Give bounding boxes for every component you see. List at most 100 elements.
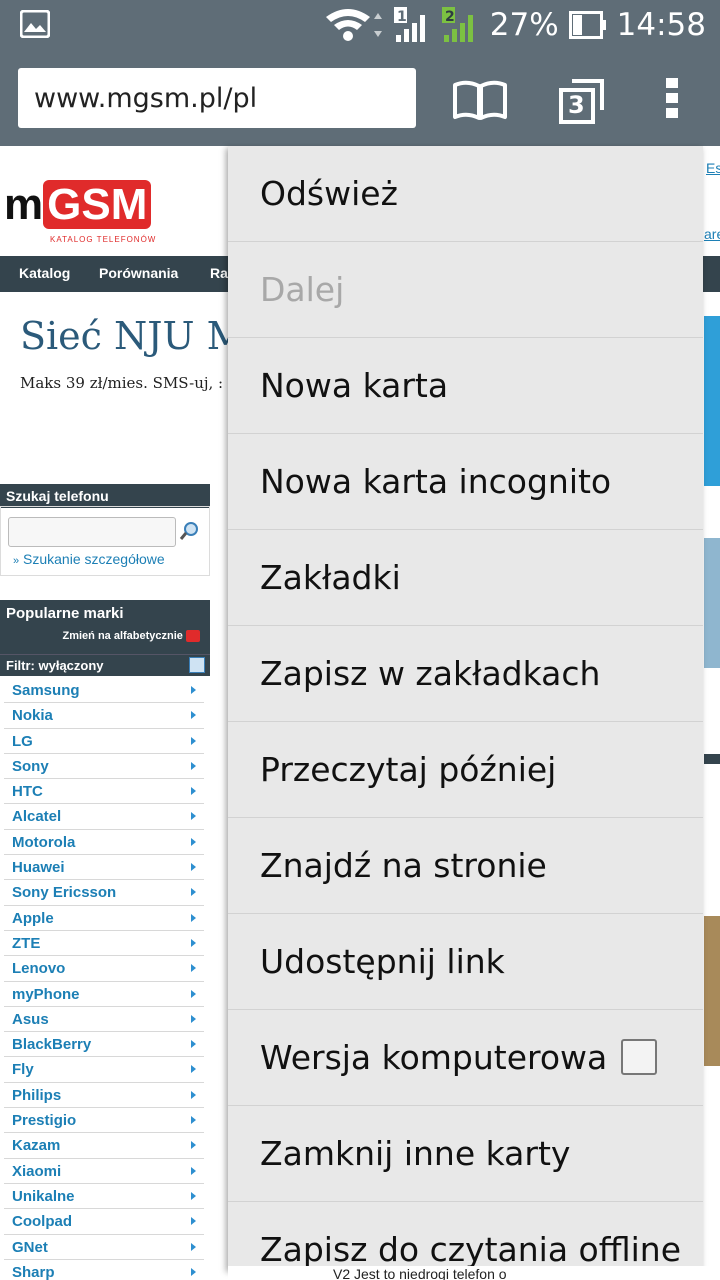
popular-brands-panel: Popularne marki Zmień na alfabetycznie bbox=[0, 600, 210, 654]
search-panel: » Szukanie szczegółowe bbox=[0, 506, 210, 576]
popular-brands-title: Popularne marki bbox=[6, 605, 124, 622]
arrow-right-icon bbox=[191, 1116, 196, 1125]
brand-item[interactable]: ZTE bbox=[4, 931, 204, 957]
arrow-right-icon bbox=[191, 964, 196, 973]
brand-item[interactable]: Kazam bbox=[4, 1133, 204, 1159]
menu-item-label: Dalej bbox=[260, 270, 345, 309]
menu-item[interactable]: Zakładki bbox=[228, 530, 703, 626]
nav-porownania[interactable]: Porównania bbox=[99, 265, 178, 281]
article-headline[interactable]: Sieć NJU M bbox=[20, 314, 246, 358]
tab-switcher-button[interactable]: 3 bbox=[558, 78, 606, 124]
menu-item[interactable]: Wersja komputerowa bbox=[228, 1010, 703, 1106]
arrow-right-icon bbox=[191, 711, 196, 720]
url-bar[interactable]: www.mgsm.pl/pl bbox=[18, 68, 416, 128]
dropdown-icon bbox=[189, 657, 205, 673]
edge-link-1[interactable]: Es bbox=[706, 160, 720, 176]
menu-item-label: Nowa karta bbox=[260, 366, 449, 405]
arrow-right-icon bbox=[191, 837, 196, 846]
brand-item[interactable]: LG bbox=[4, 729, 204, 754]
brand-item[interactable]: Sharp bbox=[4, 1260, 204, 1280]
nav-katalog[interactable]: Katalog bbox=[19, 265, 70, 281]
brand-item[interactable]: Xiaomi bbox=[4, 1159, 204, 1184]
overflow-menu-icon[interactable] bbox=[664, 76, 680, 120]
menu-item[interactable]: Nowa karta bbox=[228, 338, 703, 434]
gallery-notification-icon bbox=[20, 10, 50, 38]
brand-label: Sony bbox=[12, 757, 49, 775]
arrow-right-icon bbox=[191, 913, 196, 922]
brand-item[interactable]: Sony Ericsson bbox=[4, 880, 204, 906]
brand-item[interactable]: Asus bbox=[4, 1007, 204, 1033]
sort-alpha-link[interactable]: Zmień na alfabetycznie bbox=[62, 630, 200, 643]
menu-item[interactable]: Zamknij inne karty bbox=[228, 1106, 703, 1202]
brand-item[interactable]: Alcatel bbox=[4, 804, 204, 830]
arrow-right-icon bbox=[191, 1242, 196, 1251]
menu-item[interactable]: Znajdź na stronie bbox=[228, 818, 703, 914]
brand-item[interactable]: Samsung bbox=[4, 678, 204, 704]
brand-item[interactable]: Coolpad bbox=[4, 1209, 204, 1235]
menu-item[interactable]: Przeczytaj później bbox=[228, 722, 703, 818]
brand-label: Unikalne bbox=[12, 1187, 75, 1205]
brand-item[interactable]: Huawei bbox=[4, 855, 204, 881]
svg-text:1: 1 bbox=[397, 9, 407, 25]
brand-label: Kazam bbox=[12, 1137, 61, 1155]
status-icons: 1 2 27% 14:58 bbox=[324, 5, 706, 45]
brand-item[interactable]: Sony bbox=[4, 754, 204, 780]
menu-item-label: Znajdź na stronie bbox=[260, 846, 547, 885]
brand-item[interactable]: Apple bbox=[4, 906, 204, 931]
menu-item-label: Zamknij inne karty bbox=[260, 1134, 571, 1173]
edge-bar bbox=[704, 754, 720, 764]
brand-item[interactable]: myPhone bbox=[4, 982, 204, 1007]
filter-bar[interactable]: Filtr: wyłączony bbox=[0, 654, 210, 676]
edge-link-2[interactable]: are bbox=[704, 226, 720, 242]
brand-label: Motorola bbox=[12, 833, 76, 851]
brand-item[interactable]: Nokia bbox=[4, 703, 204, 729]
brand-label: Samsung bbox=[12, 682, 80, 699]
menu-item: Dalej bbox=[228, 242, 703, 338]
brand-label: ZTE bbox=[12, 934, 41, 952]
brand-item[interactable]: Prestigio bbox=[4, 1108, 204, 1134]
brand-label: Nokia bbox=[12, 707, 53, 725]
menu-item[interactable]: Odśwież bbox=[228, 146, 703, 242]
arrow-right-icon bbox=[191, 686, 196, 694]
brand-label: Asus bbox=[12, 1010, 49, 1028]
brand-item[interactable]: BlackBerry bbox=[4, 1032, 204, 1058]
brand-item[interactable]: GNet bbox=[4, 1235, 204, 1260]
arrow-right-icon bbox=[191, 989, 196, 998]
arrow-right-icon bbox=[191, 863, 196, 872]
right-page-edge: Es are bbox=[700, 146, 720, 1280]
menu-item[interactable]: Zapisz w zakładkach bbox=[228, 626, 703, 722]
brand-item[interactable]: Philips bbox=[4, 1083, 204, 1109]
signal-sim1-icon: 1 bbox=[393, 7, 425, 42]
site-logo[interactable]: mGSM KATALOG TELEFONÓW bbox=[4, 180, 164, 250]
arrow-right-icon bbox=[191, 1040, 196, 1049]
menu-item[interactable]: Udostępnij link bbox=[228, 914, 703, 1010]
reader-mode-icon[interactable] bbox=[452, 80, 508, 120]
nav-ra[interactable]: Ra bbox=[210, 265, 228, 281]
brand-item[interactable]: HTC bbox=[4, 779, 204, 805]
menu-item[interactable]: Zapisz do czytania offline bbox=[228, 1202, 703, 1270]
desktop-site-checkbox[interactable] bbox=[621, 1039, 657, 1075]
brand-label: Lenovo bbox=[12, 960, 66, 978]
phone-search-input[interactable] bbox=[8, 517, 176, 547]
search-panel-title: Szukaj telefonu bbox=[0, 484, 210, 508]
brand-label: BlackBerry bbox=[12, 1036, 92, 1054]
brand-item[interactable]: Unikalne bbox=[4, 1184, 204, 1210]
bottom-page-peek: V2 Jest to niedrogi telefon o bbox=[228, 1266, 720, 1280]
status-bar: 1 2 27% 14:58 bbox=[0, 0, 720, 50]
brand-item[interactable]: Lenovo bbox=[4, 956, 204, 982]
edge-image-1 bbox=[704, 538, 720, 668]
menu-item-label: Zapisz do czytania offline bbox=[260, 1230, 682, 1269]
menu-item[interactable]: Nowa karta incognito bbox=[228, 434, 703, 530]
search-icon[interactable] bbox=[179, 520, 201, 542]
brand-item[interactable]: Fly bbox=[4, 1057, 204, 1083]
brand-item[interactable]: Motorola bbox=[4, 830, 204, 856]
filter-label: Filtr: wyłączony bbox=[6, 658, 104, 673]
sort-alpha-label: Zmień na alfabetycznie bbox=[62, 630, 183, 642]
brand-list: Samsung Nokia LG Sony HTC Alcatel Motorola Huaw… bbox=[4, 678, 204, 1280]
battery-icon bbox=[568, 11, 606, 39]
arrow-right-icon bbox=[191, 1217, 196, 1226]
advanced-search-link[interactable]: » Szukanie szczegółowe bbox=[13, 551, 165, 567]
svg-text:2: 2 bbox=[445, 9, 455, 25]
menu-item-label: Przeczytaj później bbox=[260, 750, 557, 789]
wifi-icon bbox=[325, 9, 382, 41]
